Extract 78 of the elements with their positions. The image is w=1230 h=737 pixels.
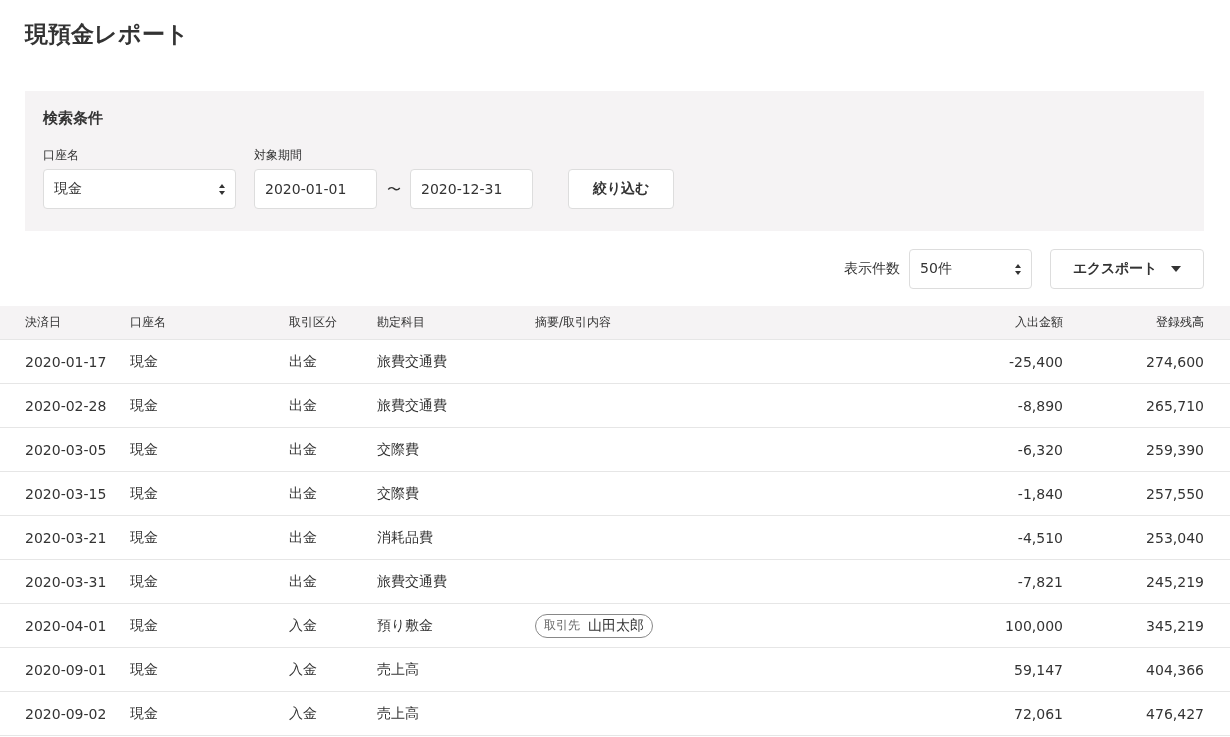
select-arrows-icon <box>1015 263 1021 275</box>
filter-button[interactable]: 絞り込む <box>568 169 674 209</box>
table-cell-text: 476,427 <box>1145 705 1204 722</box>
date-field[interactable]: 2020-01-01 <box>254 169 377 209</box>
table-cell-text: 現金 <box>130 528 159 547</box>
table-cell-text: 入金 <box>289 616 318 635</box>
table-cell-text: 出金 <box>289 440 318 459</box>
table-cell-text: 100,000 <box>1004 617 1063 634</box>
table-cell-text: 現金 <box>130 484 159 503</box>
table-cell-text: 現金 <box>130 396 159 415</box>
range-separator: 〜 <box>385 180 402 199</box>
table-cell-text: -25,400 <box>1007 353 1063 370</box>
table-cell-text: 2020-02-28 <box>25 397 108 414</box>
table-cell-text: 274,600 <box>1145 353 1204 370</box>
partner-name: 山田太郎 <box>588 616 644 635</box>
field-label: 対象期間 <box>254 147 303 163</box>
table-cell-text: 2020-03-31 <box>25 573 108 590</box>
page-title: 現預金レポート <box>23 20 190 49</box>
table-cell-text: 59,147 <box>1013 661 1063 678</box>
select-arrows-icon <box>219 183 225 195</box>
table-cell-text: 253,040 <box>1145 529 1204 546</box>
table-cell-text: 345,219 <box>1145 617 1204 634</box>
table-cell-text: 入金 <box>289 704 318 723</box>
table-cell-text: 現金 <box>130 352 159 371</box>
table-cell-text: -4,510 <box>1016 529 1063 546</box>
table-cell-text: 2020-04-01 <box>25 617 108 634</box>
table-cell-text: 現金 <box>130 572 159 591</box>
table-cell-text: 出金 <box>289 572 318 591</box>
table-cell-text: 旅費交通費 <box>377 572 448 591</box>
column-header: 取引区分 <box>289 314 338 331</box>
column-header: 勘定科目 <box>377 314 426 331</box>
column-header: 決済日 <box>25 314 62 331</box>
table-cell-text: 旅費交通費 <box>377 396 448 415</box>
account-select[interactable]: 現金 <box>43 169 236 209</box>
count-select[interactable]: 50件 <box>909 249 1032 289</box>
table-cell-text: 265,710 <box>1145 397 1204 414</box>
caret-icon <box>1171 266 1181 272</box>
table-cell-text: -8,890 <box>1016 397 1063 414</box>
table-cell-text: 預り敷金 <box>377 616 434 635</box>
filter-heading: 検索条件 <box>43 109 104 129</box>
table-cell-text: 257,550 <box>1145 485 1204 502</box>
table-cell-text: 2020-09-02 <box>25 705 108 722</box>
table-cell-text: 245,219 <box>1145 573 1204 590</box>
table-cell-text: 2020-09-01 <box>25 661 108 678</box>
table-cell-text: 消耗品費 <box>377 528 434 547</box>
table-cell-text: 現金 <box>130 660 159 679</box>
table-cell-text: -7,821 <box>1016 573 1063 590</box>
table-cell-text: 旅費交通費 <box>377 352 448 371</box>
tag-label: 取引先 <box>544 617 580 634</box>
table-cell-text: 現金 <box>130 616 159 635</box>
table-cell-text: 2020-01-17 <box>25 353 108 370</box>
table-cell-text: 72,061 <box>1013 705 1063 722</box>
table-cell-text: 出金 <box>289 528 318 547</box>
date-field[interactable]: 2020-12-31 <box>410 169 533 209</box>
column-header: 入出金額 <box>1014 314 1063 331</box>
table-cell-text: 出金 <box>289 484 318 503</box>
column-header: 口座名 <box>130 314 167 331</box>
table-cell-text: 259,390 <box>1145 441 1204 458</box>
table-cell-text: 交際費 <box>377 484 420 503</box>
table-cell-text: 交際費 <box>377 440 420 459</box>
column-header: 摘要/取引内容 <box>535 314 613 331</box>
table-cell-text: -6,320 <box>1016 441 1063 458</box>
table-cell-text: 2020-03-05 <box>25 441 108 458</box>
table-cell-text: 出金 <box>289 396 318 415</box>
table-cell-text: 2020-03-15 <box>25 485 108 502</box>
table-cell-text: 出金 <box>289 352 318 371</box>
table-cell-text: 現金 <box>130 704 159 723</box>
table-cell-text: 売上高 <box>377 660 420 679</box>
table-cell-text: -1,840 <box>1016 485 1063 502</box>
column-header: 登録残高 <box>1155 314 1204 331</box>
field-label: 口座名 <box>43 147 80 163</box>
table-cell-text: 売上高 <box>377 704 420 723</box>
table-cell-text: 2020-03-21 <box>25 529 108 546</box>
table-cell-text: 404,366 <box>1145 661 1204 678</box>
count-label: 表示件数 <box>844 260 900 278</box>
table-cell-text: 入金 <box>289 660 318 679</box>
table-cell-text: 現金 <box>130 440 159 459</box>
export-button[interactable]: エクスポート <box>1050 249 1204 289</box>
